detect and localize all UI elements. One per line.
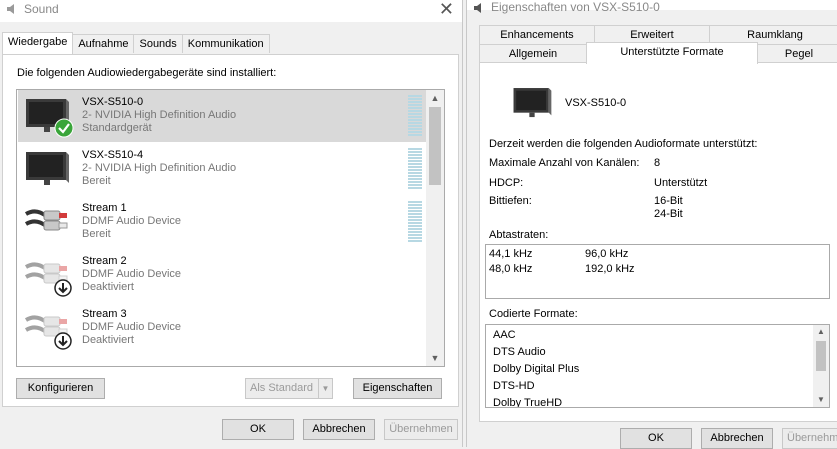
- set-default-button[interactable]: Als Standard ▼: [245, 378, 333, 399]
- samplerates-label: Abtastraten:: [489, 229, 549, 241]
- speaker-icon: [7, 4, 14, 14]
- supported-formats-panel: VSX-S510-0 Derzeit werden die folgenden …: [479, 62, 837, 422]
- device-item-stream-3[interactable]: Stream 3 DDMF Audio Device Deaktiviert: [18, 302, 426, 354]
- tab-unterstuetzte-formate[interactable]: Unterstützte Formate: [586, 42, 758, 64]
- scroll-down-icon[interactable]: ▼: [426, 350, 444, 366]
- close-icon[interactable]: ✕: [439, 0, 454, 19]
- device-name: VSX-S510-0: [82, 96, 144, 108]
- samplerates-box: 44,1 kHz 96,0 kHz 48,0 kHz 192,0 kHz: [485, 244, 830, 299]
- level-meter: [408, 95, 422, 137]
- playback-panel: Die folgenden Audiowiedergabegeräte sind…: [2, 54, 459, 407]
- scroll-up-icon[interactable]: ▲: [426, 90, 444, 106]
- tab-enhancements[interactable]: Enhancements: [479, 25, 595, 44]
- device-item-vsx-s510-0[interactable]: VSX-S510-0 2- NVIDIA High Definition Aud…: [18, 90, 426, 142]
- list-item[interactable]: Dolby TrueHD: [493, 397, 562, 407]
- sound-window: Sound ✕ Wiedergabe Aufnahme Sounds Kommu…: [0, 0, 463, 447]
- ok-button[interactable]: OK: [222, 419, 294, 440]
- properties-window: Eigenschaften von VSX-S510-0 Enhancement…: [466, 0, 837, 449]
- device-name: VSX-S510-0: [565, 97, 627, 109]
- samplerate-value: 48,0 kHz: [489, 263, 533, 275]
- samplerate-value: 192,0 kHz: [585, 263, 635, 275]
- coded-formats-scrollbar[interactable]: ▲ ▼: [813, 325, 829, 407]
- apply-button[interactable]: Übernehmen: [384, 419, 458, 440]
- tab-sounds[interactable]: Sounds: [133, 34, 183, 53]
- device-item-stream-1[interactable]: Stream 1 DDMF Audio Device Bereit: [18, 196, 426, 248]
- bitdepth-value: 16-Bit: [654, 195, 683, 207]
- disabled-arrow-icon: [54, 279, 72, 297]
- device-item-vsx-s510-4[interactable]: VSX-S510-4 2- NVIDIA High Definition Aud…: [18, 143, 426, 195]
- monitor-icon: [513, 88, 552, 118]
- list-item[interactable]: AAC: [493, 329, 516, 341]
- list-item[interactable]: Dolby Digital Plus: [493, 363, 579, 375]
- device-status: Bereit: [82, 228, 111, 240]
- device-item-stream-2[interactable]: Stream 2 DDMF Audio Device Deaktiviert: [18, 249, 426, 301]
- device-status: Standardgerät: [82, 122, 152, 134]
- tab-pegel[interactable]: Pegel: [757, 44, 837, 63]
- tab-wiedergabe[interactable]: Wiedergabe: [2, 32, 74, 54]
- device-status: Deaktiviert: [82, 281, 134, 293]
- scroll-thumb[interactable]: [429, 107, 441, 185]
- list-item[interactable]: DTS Audio: [493, 346, 546, 358]
- disabled-arrow-icon: [54, 332, 72, 350]
- device-name: Stream 2: [82, 255, 127, 267]
- device-driver: DDMF Audio Device: [82, 215, 182, 227]
- scroll-down-icon[interactable]: ▼: [813, 393, 829, 407]
- sound-titlebar[interactable]: Sound ✕: [0, 0, 462, 22]
- device-driver: 2- NVIDIA High Definition Audio: [82, 109, 237, 121]
- device-list[interactable]: VSX-S510-0 2- NVIDIA High Definition Aud…: [16, 89, 445, 367]
- cancel-button[interactable]: Abbrechen: [701, 428, 773, 449]
- bitdepth-value: 24-Bit: [654, 208, 683, 220]
- properties-button[interactable]: Eigenschaften: [353, 378, 442, 399]
- chevron-down-icon[interactable]: ▼: [318, 379, 332, 398]
- samplerate-value: 96,0 kHz: [585, 248, 629, 260]
- ok-button[interactable]: OK: [620, 428, 692, 449]
- supported-intro: Derzeit werden die folgenden Audioformat…: [489, 138, 758, 150]
- device-name: Stream 3: [82, 308, 127, 320]
- tab-allgemein[interactable]: Allgemein: [479, 44, 587, 63]
- device-driver: DDMF Audio Device: [82, 268, 182, 280]
- speaker-icon: [474, 3, 481, 13]
- window-title: Sound: [24, 2, 59, 16]
- samplerate-value: 44,1 kHz: [489, 248, 533, 260]
- properties-tabs-row-2: Allgemein Unterstützte Formate Pegel: [479, 42, 837, 64]
- rca-cable-icon: [24, 209, 68, 231]
- device-name: Stream 1: [82, 202, 127, 214]
- sound-tabs: Wiedergabe Aufnahme Sounds Kommunikation: [2, 32, 270, 54]
- coded-formats-list[interactable]: AAC DTS Audio Dolby Digital Plus DTS-HD …: [485, 324, 830, 408]
- scroll-up-icon[interactable]: ▲: [813, 325, 829, 339]
- set-default-label: Als Standard: [250, 382, 313, 394]
- list-item[interactable]: DTS-HD: [493, 380, 535, 392]
- tab-aufnahme[interactable]: Aufnahme: [72, 34, 135, 53]
- apply-button[interactable]: Übernehmen: [782, 428, 837, 449]
- level-meter: [408, 148, 422, 190]
- device-status: Bereit: [82, 175, 111, 187]
- scroll-thumb[interactable]: [816, 341, 826, 371]
- device-driver: 2- NVIDIA High Definition Audio: [82, 162, 237, 174]
- properties-titlebar[interactable]: Eigenschaften von VSX-S510-0: [467, 0, 837, 14]
- monitor-icon: [26, 152, 69, 185]
- hdcp-label: HDCP:: [489, 177, 524, 189]
- bitdepth-label: Bittiefen:: [489, 195, 532, 207]
- device-name: VSX-S510-4: [82, 149, 144, 161]
- device-list-scrollbar[interactable]: ▲ ▼: [426, 90, 444, 366]
- hdcp-value: Unterstützt: [654, 177, 708, 189]
- tab-kommunikation[interactable]: Kommunikation: [181, 34, 270, 53]
- coded-formats-label: Codierte Formate:: [489, 308, 578, 320]
- max-channels-label: Maximale Anzahl von Kanälen:: [489, 157, 640, 169]
- instruction-text: Die folgenden Audiowiedergabegeräte sind…: [17, 67, 277, 79]
- cancel-button[interactable]: Abbrechen: [303, 419, 375, 440]
- level-meter: [408, 201, 422, 243]
- max-channels-value: 8: [654, 157, 661, 169]
- device-driver: DDMF Audio Device: [82, 321, 182, 333]
- properties-title: Eigenschaften von VSX-S510-0: [491, 0, 660, 14]
- configure-button[interactable]: Konfigurieren: [16, 378, 105, 399]
- default-check-icon: [54, 118, 74, 138]
- device-status: Deaktiviert: [82, 334, 134, 346]
